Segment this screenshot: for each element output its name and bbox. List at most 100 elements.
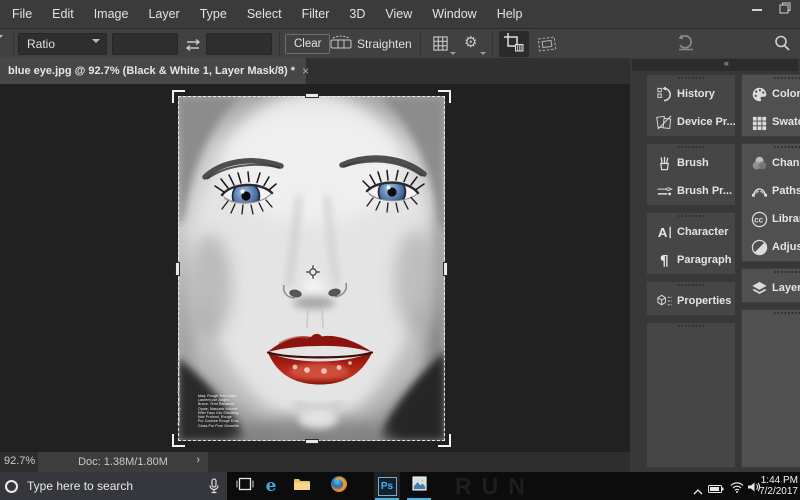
panel-button-device-pr[interactable]: Device Pr...: [647, 108, 735, 136]
panel-button-swatches[interactable]: Swatches: [742, 108, 800, 136]
tray-chevron-up-icon[interactable]: [693, 482, 703, 500]
zoom-level-field[interactable]: 92.7%: [4, 455, 35, 467]
search-icon[interactable]: [773, 34, 791, 52]
restore-icon: [779, 1, 791, 19]
wifi-icon[interactable]: [730, 480, 744, 498]
ratio-select[interactable]: Ratio: [18, 33, 107, 55]
firefox-button[interactable]: [326, 472, 352, 500]
taskbar-search-box[interactable]: Type here to search: [0, 472, 227, 500]
microphone-icon[interactable]: [208, 478, 220, 499]
collapse-panels-icon[interactable]: «: [724, 58, 729, 68]
menu-item-3d[interactable]: 3D: [339, 0, 375, 28]
menu-item-image[interactable]: Image: [84, 0, 139, 28]
wallpaper-text: RUN: [455, 472, 535, 500]
panel-button-paragraph[interactable]: ¶Paragraph: [647, 246, 735, 274]
gear-icon[interactable]: ⚙: [464, 34, 477, 52]
chevron-down-icon: [480, 52, 486, 55]
history-icon: [651, 85, 677, 103]
status-expand-icon[interactable]: ›: [196, 454, 200, 466]
close-icon[interactable]: ×: [302, 64, 309, 78]
crop-width-input[interactable]: [112, 33, 178, 55]
minimize-button[interactable]: [746, 2, 768, 17]
panel-button-label: Layers: [772, 282, 800, 294]
crop-height-input[interactable]: [206, 33, 272, 55]
menu-item-window[interactable]: Window: [422, 0, 486, 28]
crop-handle-right[interactable]: [443, 262, 448, 276]
panel-button-libraries[interactable]: ccLibraries: [742, 205, 800, 233]
menu-item-edit[interactable]: Edit: [42, 0, 84, 28]
menu-item-type[interactable]: Type: [190, 0, 237, 28]
panel-button-color[interactable]: Color: [742, 80, 800, 108]
crop-handle-left[interactable]: [175, 262, 180, 276]
menu-item-filter[interactable]: Filter: [292, 0, 340, 28]
svg-text:A: A: [657, 225, 667, 240]
menu-item-file[interactable]: File: [2, 0, 42, 28]
canvas-area[interactable]: Maq: Rouge Yves SaintLaurent par JurgenB…: [0, 84, 630, 452]
doc-size-info: Doc: 1.38M/1.80M: [78, 456, 168, 468]
panel-button-brush[interactable]: Brush: [647, 149, 735, 177]
crop-handle-bottom-right[interactable]: [438, 434, 451, 447]
cortana-icon: [5, 480, 18, 493]
panel-button-label: Character: [677, 226, 728, 238]
crop-handle-bottom-left[interactable]: [172, 434, 185, 447]
panel-button-label: Device Pr...: [677, 116, 736, 128]
panel-button-label: History: [677, 88, 715, 100]
file-explorer-button[interactable]: [289, 472, 315, 500]
divider: [420, 33, 421, 55]
panel-button-label: Libraries: [772, 213, 800, 225]
edge-button[interactable]: e: [258, 472, 284, 500]
crop-handle-top-right[interactable]: [438, 90, 451, 103]
edge-icon: e: [266, 476, 277, 496]
panel-button-properties[interactable]: Properties: [647, 287, 735, 315]
straighten-label[interactable]: Straighten: [357, 37, 412, 51]
panel-button-paths[interactable]: Paths: [742, 177, 800, 205]
content-aware-icon[interactable]: [536, 35, 558, 53]
libraries-icon: cc: [746, 210, 772, 228]
panel-button-label: Paths: [772, 185, 800, 197]
task-view-button[interactable]: [232, 472, 258, 500]
firefox-icon: [330, 475, 348, 498]
document-tab[interactable]: blue eye.jpg @ 92.7% (Black & White 1, L…: [0, 58, 306, 84]
panel-button-label: Brush: [677, 157, 709, 169]
panel-group: Properties: [646, 281, 736, 316]
crop-center-pivot[interactable]: [305, 264, 321, 280]
panel-button-brush-pr[interactable]: Brush Pr...: [647, 177, 735, 205]
delete-cropped-pixels-toggle[interactable]: [499, 31, 529, 57]
photos-button[interactable]: [406, 472, 432, 500]
panel-button-label: Channels: [772, 157, 800, 169]
battery-icon[interactable]: [708, 481, 724, 499]
panel-button-label: Paragraph: [677, 254, 731, 266]
chevron-down-icon: [450, 52, 456, 55]
taskbar-clock[interactable]: 1:44 PM 7/2/2017: [758, 475, 798, 497]
photoshop-button[interactable]: Ps: [374, 472, 400, 500]
panel-column-right: ColorSwatchesChannelsPathsccLibrariesAdj…: [741, 74, 800, 468]
panel-group: Layers: [741, 268, 800, 303]
menu-item-view[interactable]: View: [375, 0, 422, 28]
panel-button-layers[interactable]: Layers: [742, 274, 800, 302]
clear-button[interactable]: Clear: [285, 34, 330, 54]
doc-info-strip: Doc: 1.38M/1.80M ›: [38, 452, 208, 472]
panel-button-history[interactable]: History: [647, 80, 735, 108]
menu-item-select[interactable]: Select: [237, 0, 292, 28]
layers-icon: [746, 279, 772, 297]
character-icon: A: [651, 223, 677, 241]
restore-button[interactable]: [774, 2, 796, 17]
crop-handle-top-left[interactable]: [172, 90, 185, 103]
panel-button-channels[interactable]: Channels: [742, 149, 800, 177]
tool-preset-chevron-icon[interactable]: [0, 39, 3, 57]
panel-group-empty: [646, 322, 736, 468]
image-document[interactable]: Maq: Rouge Yves SaintLaurent par JurgenB…: [178, 96, 445, 441]
panel-button-adjustments[interactable]: Adjustments: [742, 233, 800, 261]
swap-dimensions-icon[interactable]: [183, 37, 203, 53]
reset-icon[interactable]: [676, 34, 696, 52]
menu-items: FileEditImageLayerTypeSelectFilter3DView…: [2, 0, 532, 28]
menu-item-layer[interactable]: Layer: [138, 0, 189, 28]
crop-handle-bottom[interactable]: [305, 439, 319, 444]
window-controls: [746, 2, 796, 17]
menu-item-help[interactable]: Help: [487, 0, 533, 28]
crop-handle-top[interactable]: [305, 93, 319, 98]
crop-overlay-options-icon[interactable]: [432, 35, 449, 52]
divider: [279, 33, 280, 55]
straighten-level-icon[interactable]: [330, 35, 352, 51]
panel-button-character[interactable]: A Character: [647, 218, 735, 246]
